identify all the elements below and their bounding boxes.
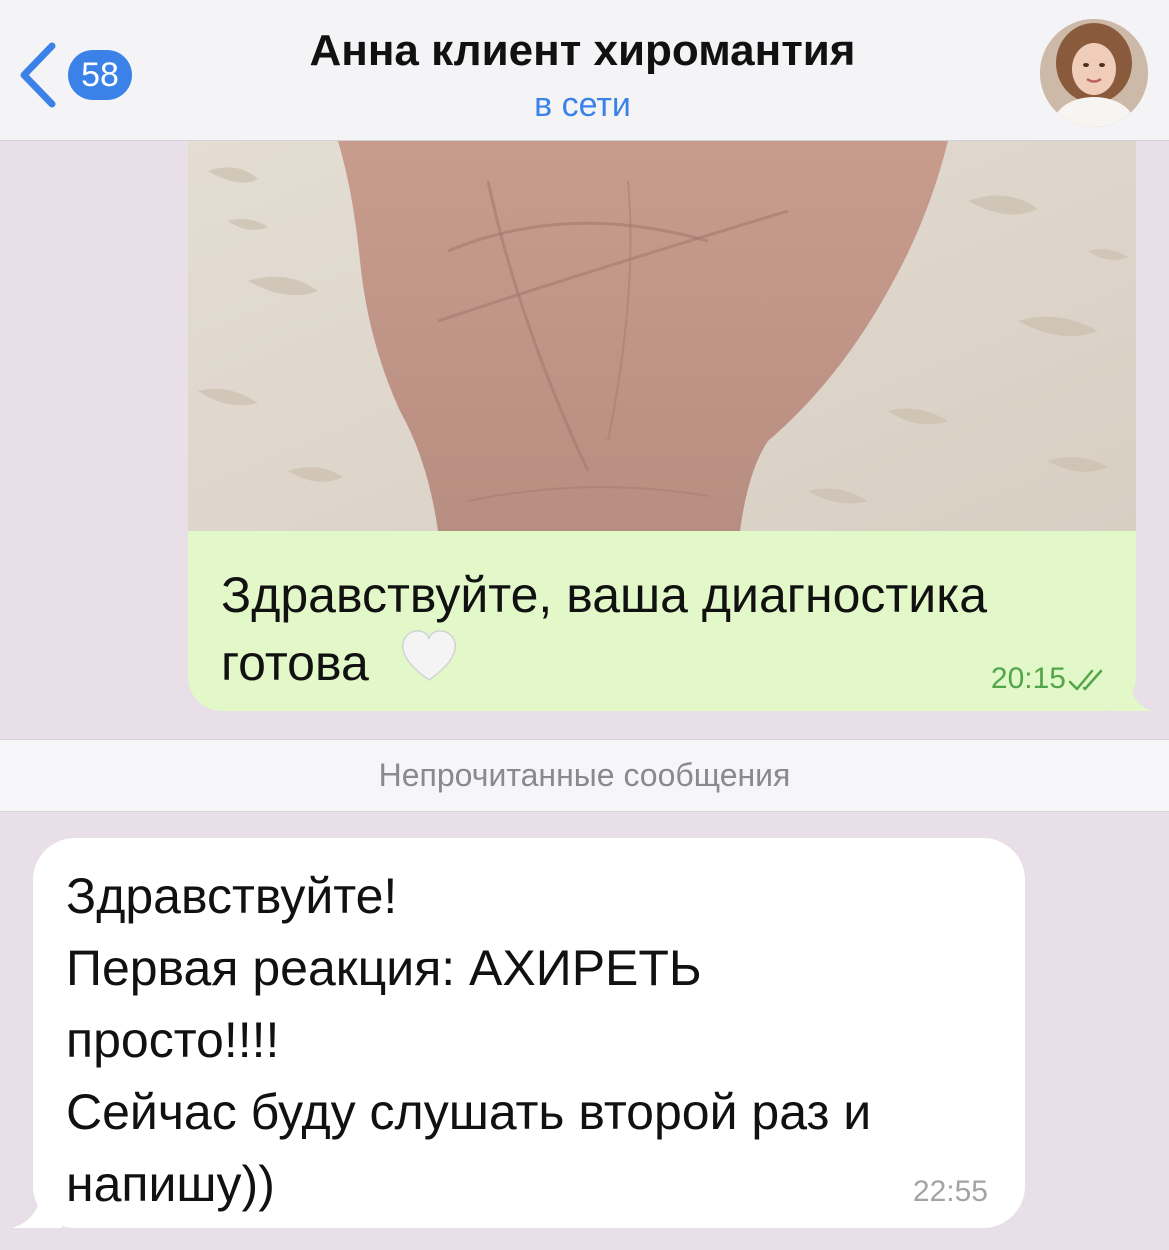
unread-messages-divider: Непрочитанные сообщения bbox=[0, 739, 1169, 812]
chevron-left-icon bbox=[20, 42, 56, 108]
palm-image bbox=[188, 141, 1136, 531]
outgoing-message-time: 20:15 bbox=[990, 662, 1066, 695]
white-heart-icon bbox=[401, 630, 457, 681]
palm-photo[interactable] bbox=[188, 141, 1136, 531]
back-button[interactable]: 58 bbox=[18, 40, 132, 110]
incoming-message-time: 22:55 bbox=[912, 1175, 988, 1208]
incoming-message-text: Здравствуйте! Первая реакция: АХИРЕТЬ пр… bbox=[66, 868, 872, 1212]
double-check-icon bbox=[1068, 669, 1103, 691]
avatar[interactable] bbox=[1040, 19, 1148, 127]
unread-count-badge: 58 bbox=[68, 50, 132, 100]
incoming-message[interactable]: Здравствуйте! Первая реакция: АХИРЕТЬ пр… bbox=[33, 838, 1025, 1228]
chat-title[interactable]: Анна клиент хиромантия bbox=[200, 24, 965, 78]
avatar-photo bbox=[1040, 19, 1148, 127]
online-status: в сети bbox=[534, 86, 631, 124]
outgoing-message[interactable]: Здравствуйте, ваша диагностика готова 20… bbox=[188, 141, 1136, 711]
chat-header: 58 Анна клиент хиромантия в сети bbox=[0, 0, 1169, 141]
